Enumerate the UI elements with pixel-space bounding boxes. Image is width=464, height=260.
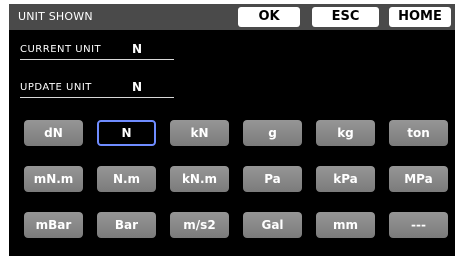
unit-button-Gal[interactable]: Gal: [243, 212, 302, 238]
unit-button-N[interactable]: N: [97, 120, 156, 146]
unit-button-ms2[interactable]: m/s2: [170, 212, 229, 238]
unit-button-mBar[interactable]: mBar: [24, 212, 83, 238]
update-unit-value: N: [132, 80, 143, 94]
unit-button-Nm[interactable]: N.m: [97, 166, 156, 192]
current-unit-value: N: [132, 42, 143, 56]
unit-button-kNm[interactable]: kN.m: [170, 166, 229, 192]
unit-button-Pa[interactable]: Pa: [243, 166, 302, 192]
unit-button-Bar[interactable]: Bar: [97, 212, 156, 238]
unit-button-kPa[interactable]: kPa: [316, 166, 375, 192]
unit-button-dN[interactable]: dN: [24, 120, 83, 146]
unit-button-MPa[interactable]: MPa: [389, 166, 448, 192]
hmi-screen: UNIT SHOWN OK ESC HOME CURRENT UNIT N UP…: [9, 4, 455, 256]
unit-button-mNm[interactable]: mN.m: [24, 166, 83, 192]
unit-button-kg[interactable]: kg: [316, 120, 375, 146]
unit-button-ton[interactable]: ton: [389, 120, 448, 146]
update-unit-underline: [20, 97, 174, 98]
esc-button[interactable]: ESC: [312, 7, 379, 27]
unit-button-kN[interactable]: kN: [170, 120, 229, 146]
unit-button-blank[interactable]: ---: [389, 212, 448, 238]
current-unit-underline: [20, 59, 174, 60]
home-button[interactable]: HOME: [389, 7, 451, 27]
ok-button[interactable]: OK: [238, 7, 300, 27]
unit-button-g[interactable]: g: [243, 120, 302, 146]
page-title: UNIT SHOWN: [18, 10, 93, 23]
title-bar: UNIT SHOWN OK ESC HOME: [9, 4, 455, 30]
current-unit-label: CURRENT UNIT: [20, 44, 102, 55]
unit-button-mm[interactable]: mm: [316, 212, 375, 238]
update-unit-label: UPDATE UNIT: [20, 82, 92, 93]
